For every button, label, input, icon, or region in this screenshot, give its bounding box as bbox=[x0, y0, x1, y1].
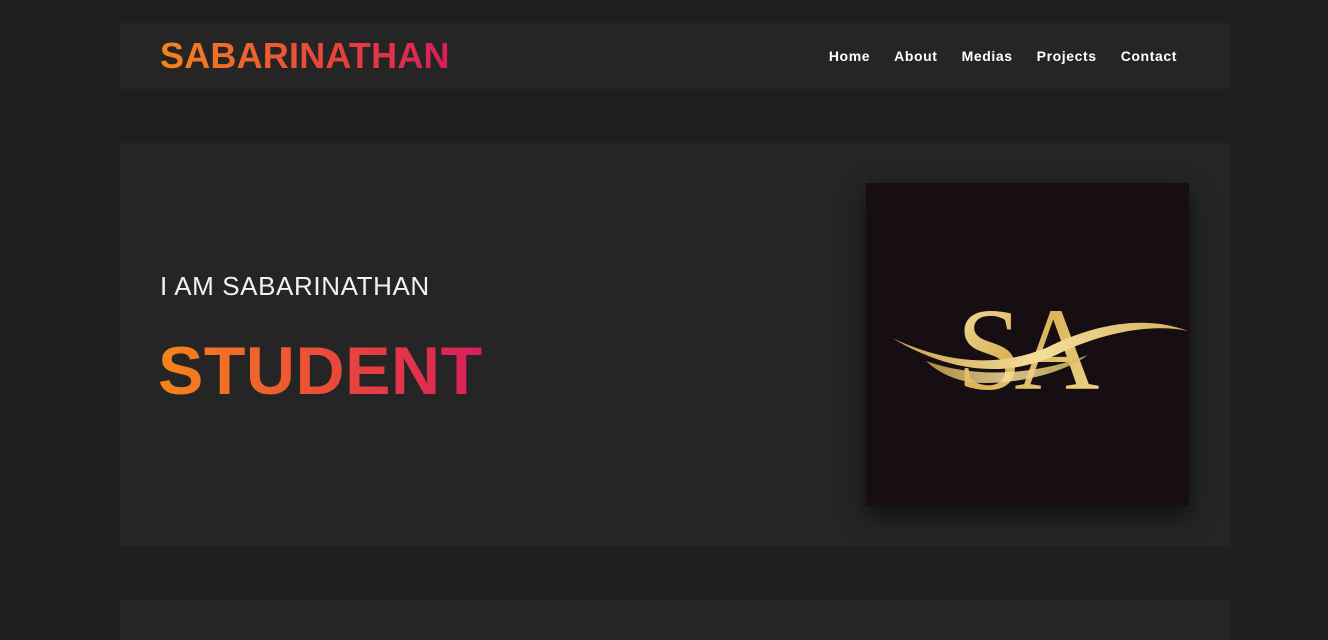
sa-monogram-logo: SA bbox=[866, 183, 1189, 506]
sa-monogram-logo-graphic: SA bbox=[892, 284, 1188, 415]
sa-monogram-letters: SA bbox=[957, 284, 1100, 415]
hero-intro-text: I AM SABARINATHAN bbox=[160, 271, 430, 301]
hero-section: I AM SABARINATHAN STUDENT SA bbox=[120, 143, 1230, 546]
brand-logo-text[interactable]: SABARINATHAN bbox=[160, 37, 450, 75]
hero-role-title: STUDENT bbox=[158, 333, 483, 409]
next-section-edge bbox=[120, 600, 1230, 640]
nav-link-home[interactable]: Home bbox=[829, 48, 870, 64]
nav-menu: Home About Medias Projects Contact bbox=[829, 23, 1177, 89]
navbar: SABARINATHAN Home About Medias Projects … bbox=[120, 23, 1230, 89]
nav-link-projects[interactable]: Projects bbox=[1037, 48, 1097, 64]
nav-link-contact[interactable]: Contact bbox=[1121, 48, 1177, 64]
nav-link-about[interactable]: About bbox=[894, 48, 937, 64]
nav-link-medias[interactable]: Medias bbox=[962, 48, 1013, 64]
